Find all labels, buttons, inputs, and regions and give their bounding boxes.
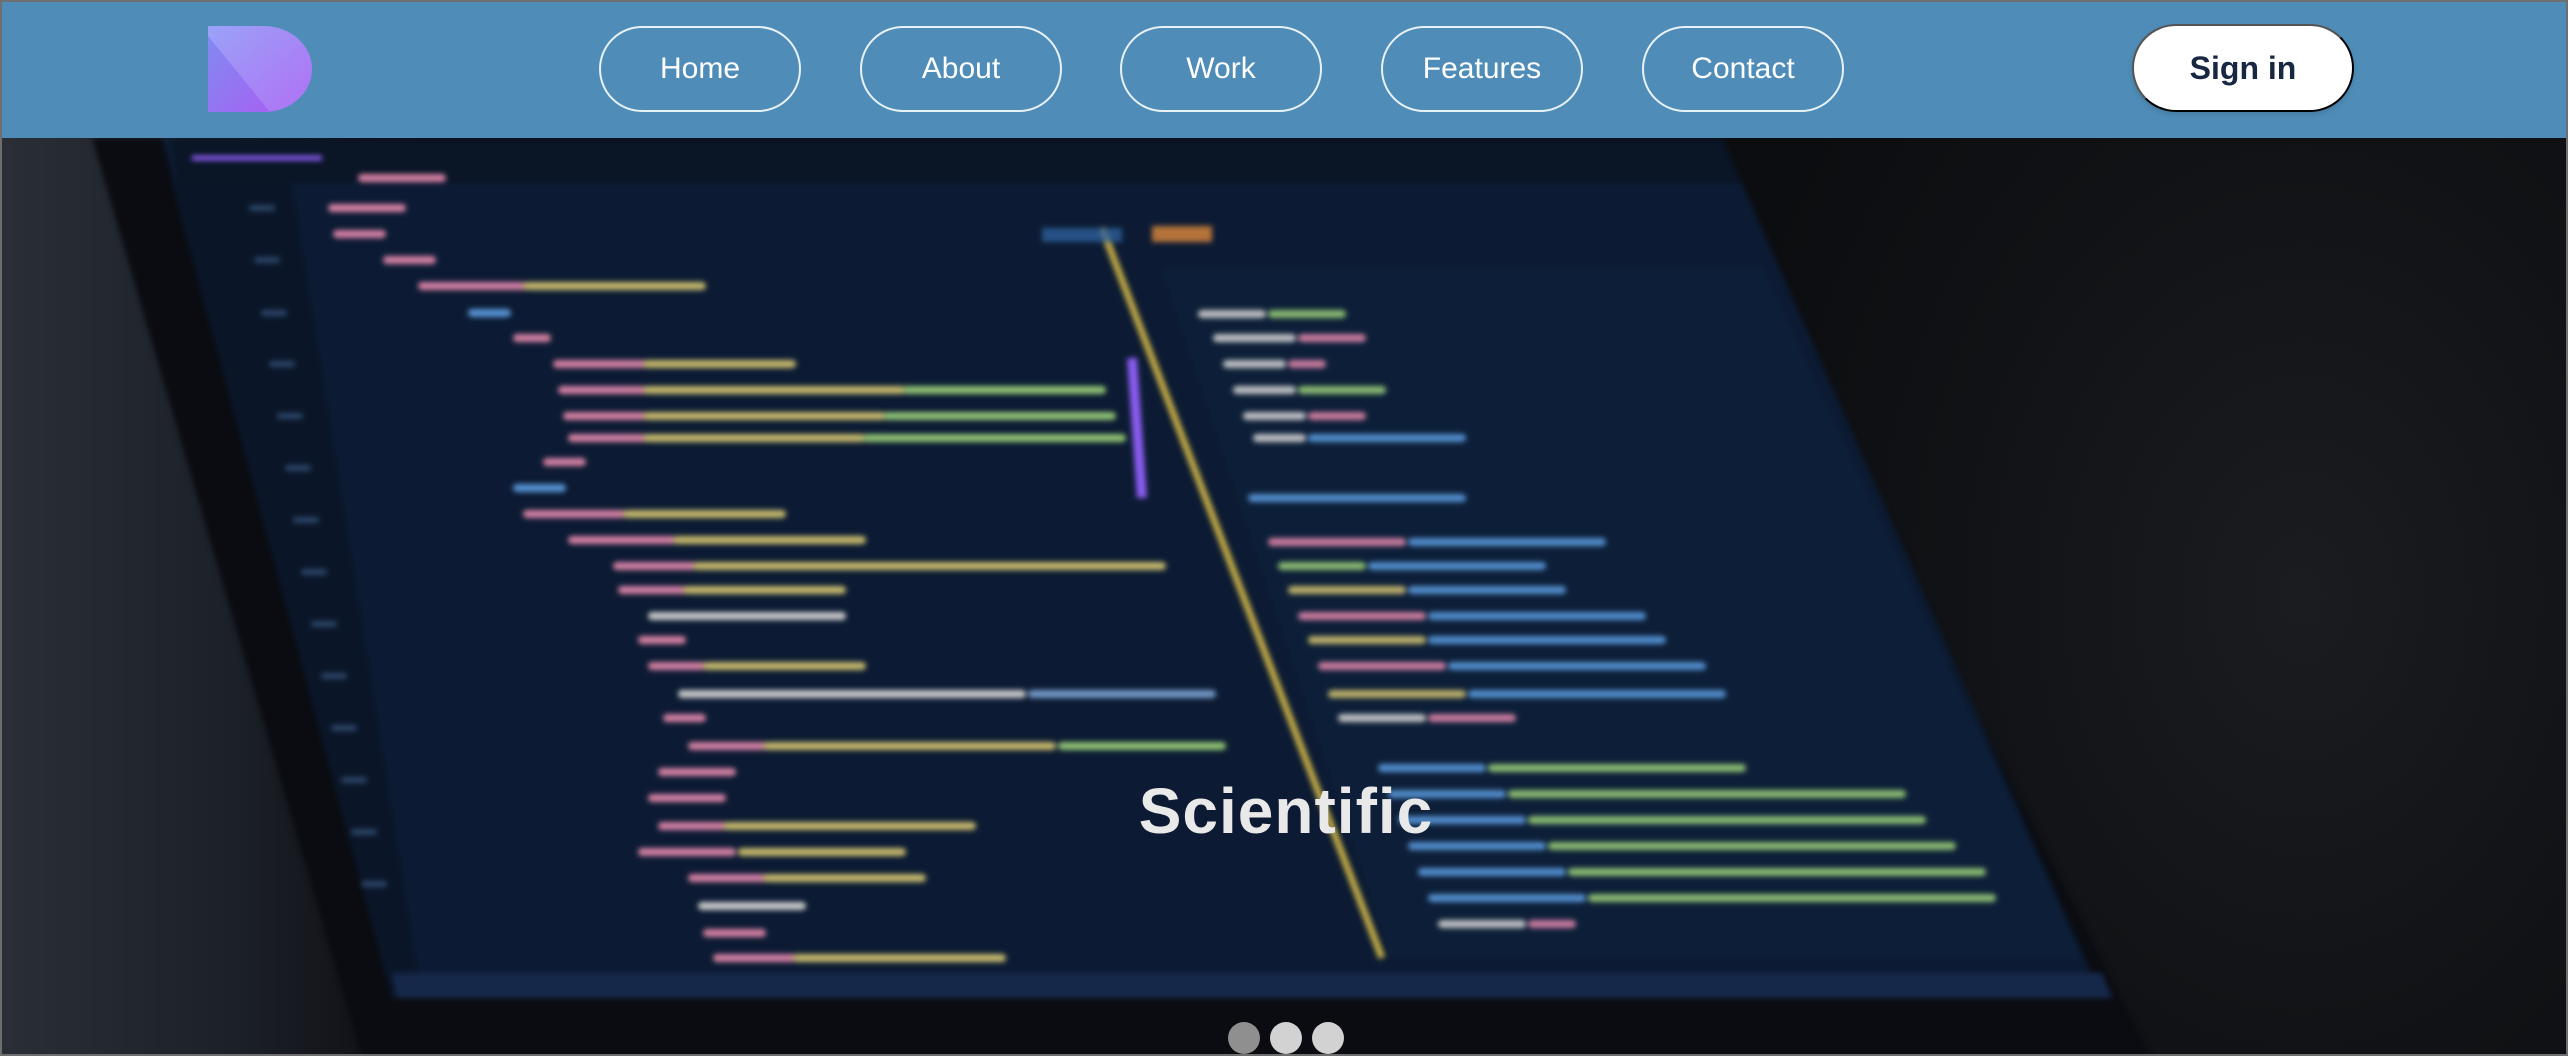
hero-carousel: Scientific <box>2 138 2566 1054</box>
hero-background-image <box>92 138 2150 1054</box>
nav-contact-link[interactable]: Contact <box>1642 26 1844 112</box>
page-frame: Home About Work Features Contact Sign in <box>0 0 2568 1056</box>
nav-home-link[interactable]: Home <box>599 26 801 112</box>
nav-work-link[interactable]: Work <box>1120 26 1322 112</box>
carousel-indicators <box>2 1022 2566 1054</box>
carousel-dot-3[interactable] <box>1312 1022 1344 1054</box>
nav-about-link[interactable]: About <box>860 26 1062 112</box>
d-logo-icon[interactable] <box>208 26 312 112</box>
carousel-dot-1[interactable] <box>1228 1022 1260 1054</box>
sign-in-button[interactable]: Sign in <box>2132 24 2354 112</box>
top-navbar: Home About Work Features Contact Sign in <box>2 2 2566 138</box>
carousel-dot-2[interactable] <box>1270 1022 1302 1054</box>
nav-features-link[interactable]: Features <box>1381 26 1583 112</box>
